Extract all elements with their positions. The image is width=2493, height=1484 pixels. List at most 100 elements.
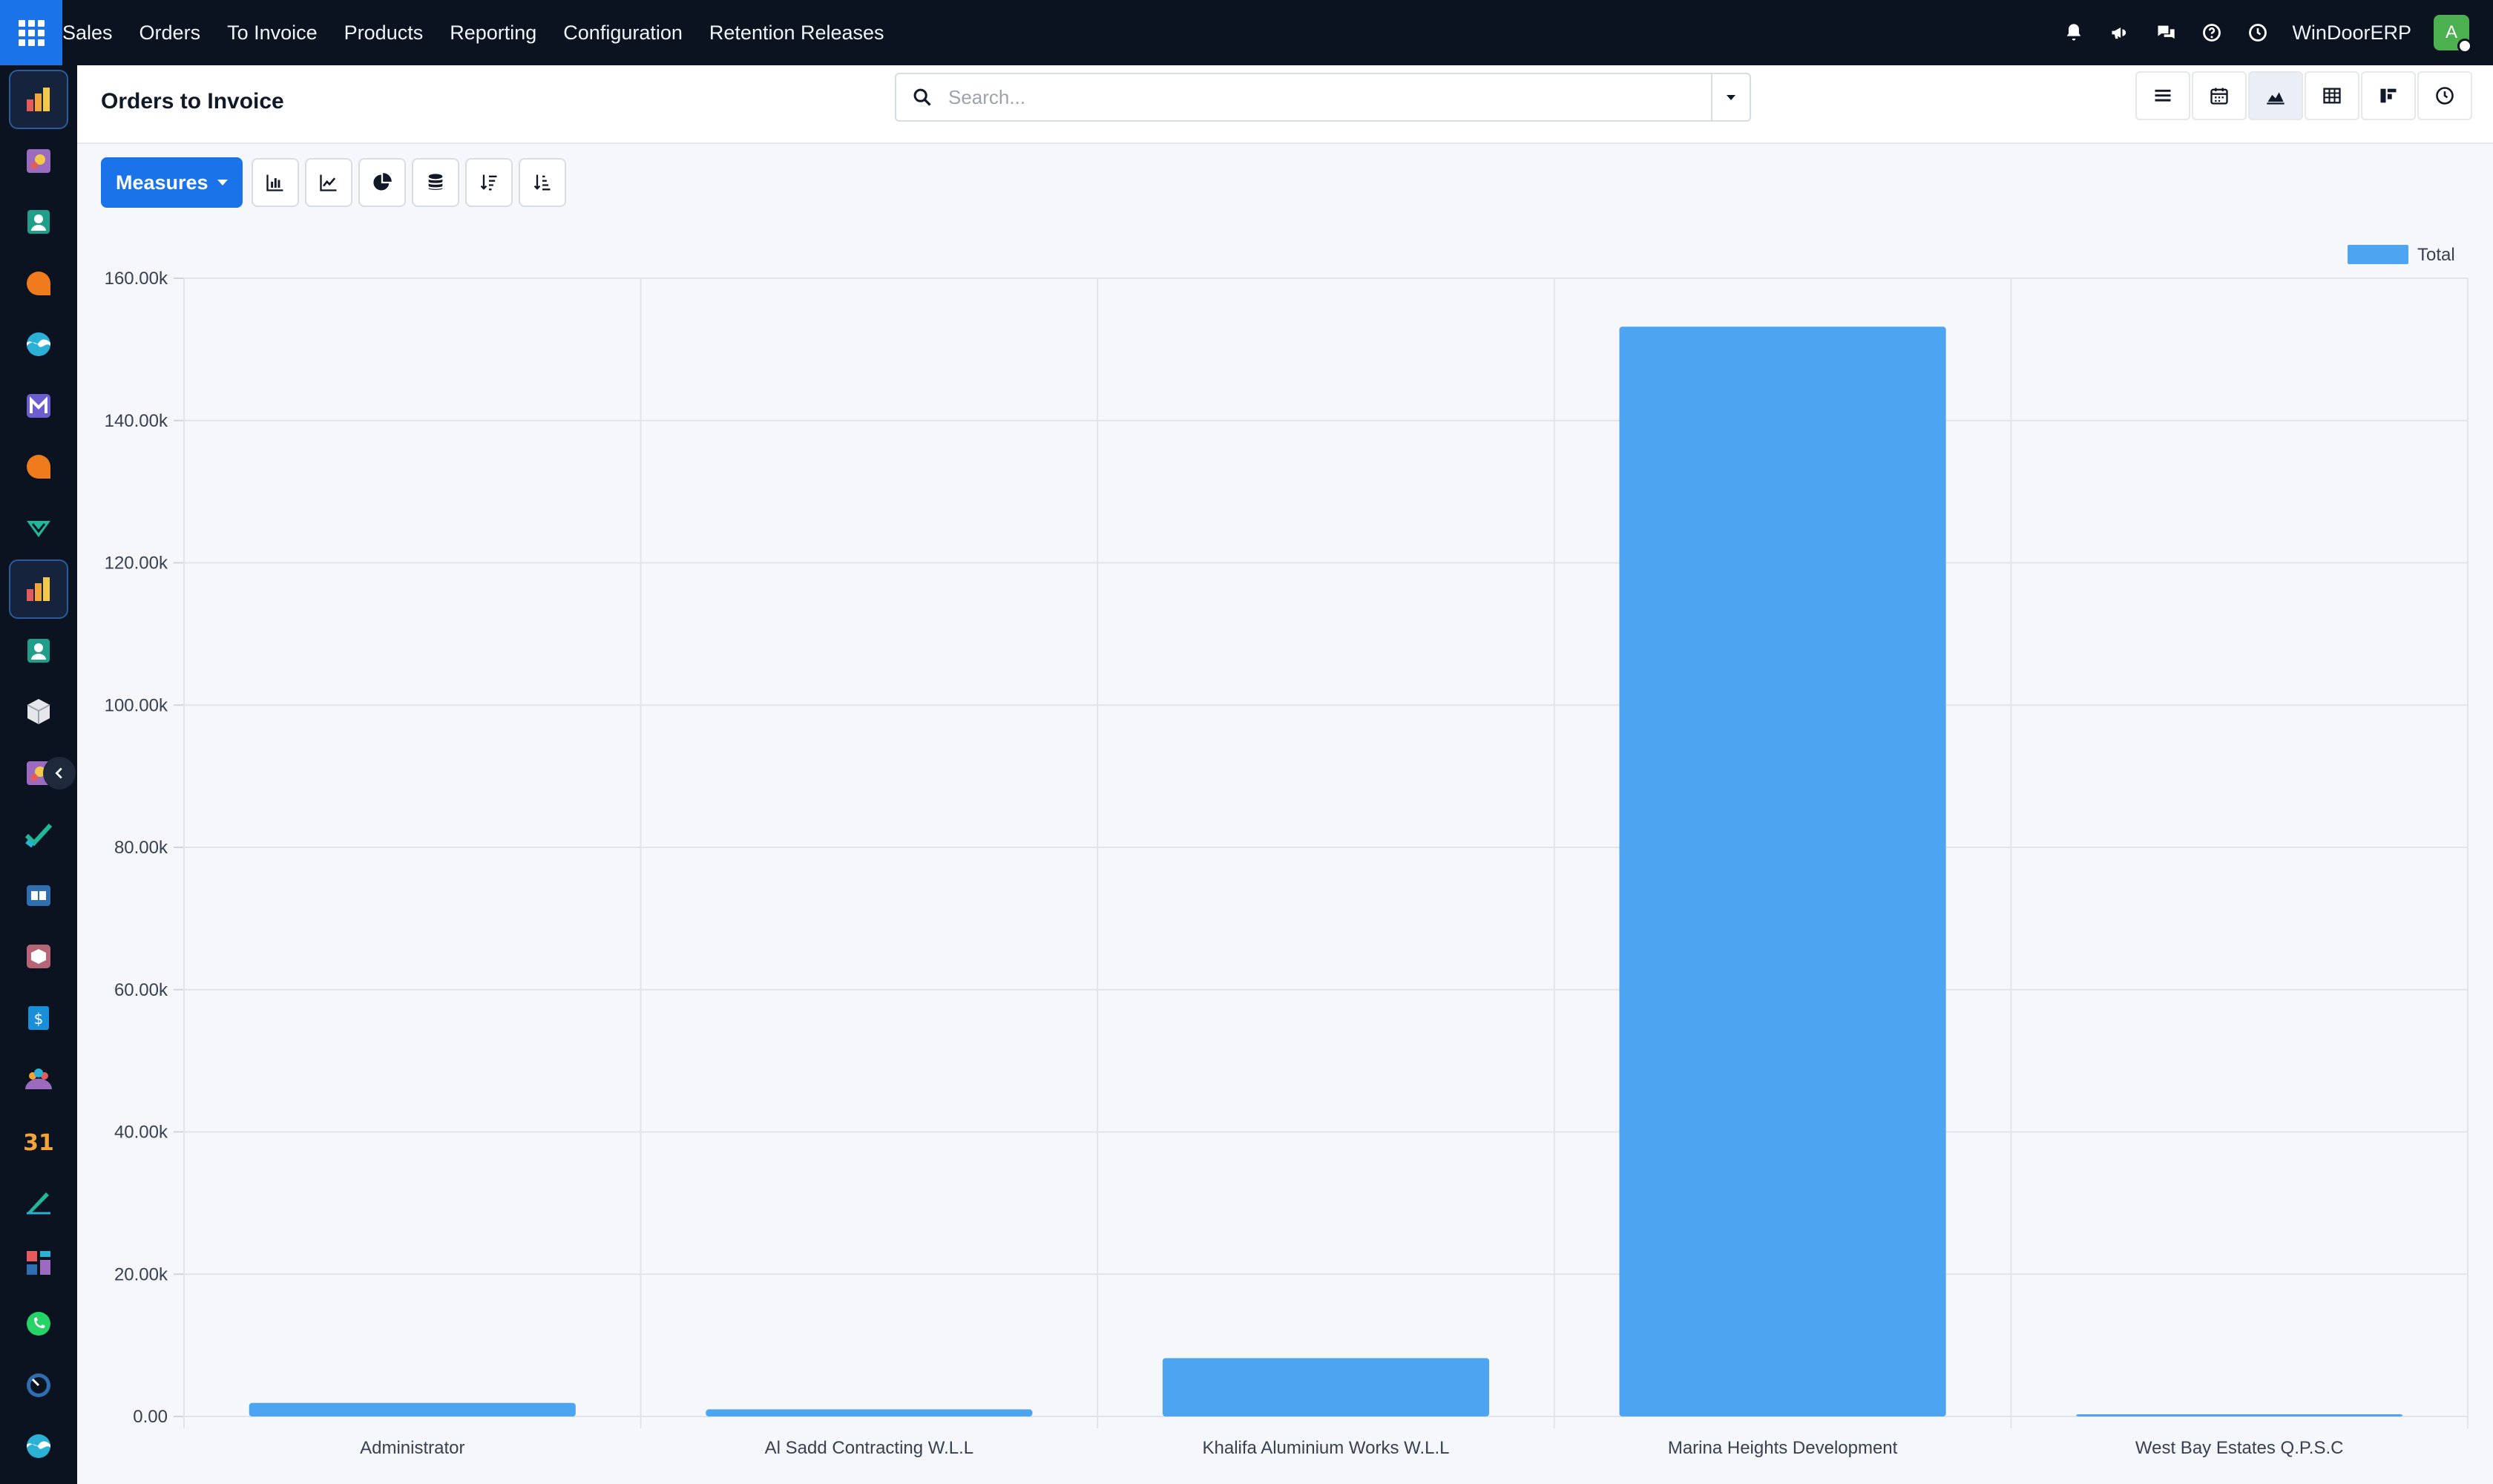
sidebar-app-14[interactable] xyxy=(9,866,68,925)
control-panel: Orders to Invoice xyxy=(77,65,2493,144)
search-bar xyxy=(895,73,1751,122)
table-icon xyxy=(2323,88,2341,104)
line-chart-icon xyxy=(319,174,337,191)
chevron-left-icon xyxy=(55,767,62,779)
search-options-toggle[interactable] xyxy=(1711,74,1750,120)
check-triangle-app-icon xyxy=(27,520,50,537)
measures-dropdown-button[interactable]: Measures xyxy=(101,157,243,208)
sidebar-app-5[interactable] xyxy=(9,315,68,374)
systray: WinDoorERP A xyxy=(2062,0,2472,65)
sidebar-app-21[interactable] xyxy=(9,1294,68,1353)
sort-ascending-button[interactable] xyxy=(518,158,566,207)
menu-retention-releases[interactable]: Retention Releases xyxy=(696,0,898,65)
sidebar-app-23[interactable] xyxy=(9,1416,68,1476)
menu-reporting[interactable]: Reporting xyxy=(436,0,550,65)
megaphone-icon[interactable] xyxy=(2108,21,2132,45)
bar xyxy=(2076,1414,2403,1416)
sidebar-app-13[interactable] xyxy=(9,804,68,864)
calendar-view-button[interactable] xyxy=(2192,71,2247,120)
chat-icon[interactable] xyxy=(2154,21,2178,45)
sidebar-app-10[interactable] xyxy=(9,621,68,680)
caret-down-icon xyxy=(217,180,228,186)
bar xyxy=(1162,1358,1490,1416)
x-tick-label: West Bay Estates Q.P.S.C xyxy=(2135,1438,2344,1458)
x-tick-label: Marina Heights Development xyxy=(1668,1438,1898,1458)
user-avatar[interactable]: A xyxy=(2434,15,2472,53)
graph-view-button[interactable] xyxy=(2248,71,2303,120)
page-title: Orders to Invoice xyxy=(101,89,284,114)
sidebar-app-4[interactable] xyxy=(9,254,68,313)
graph-toolbar: Measures xyxy=(101,157,566,208)
pie-chart-button[interactable] xyxy=(358,158,406,207)
y-tick-label: 40.00k xyxy=(114,1123,168,1143)
pie-chart-icon xyxy=(372,173,392,191)
caret-down-icon xyxy=(1727,95,1735,100)
package-app-icon xyxy=(27,945,50,968)
menu-orders[interactable]: Orders xyxy=(126,0,214,65)
x-tick-label: Khalifa Aluminium Works W.L.L xyxy=(1202,1438,1449,1458)
sidebar-app-17[interactable] xyxy=(9,1049,68,1109)
discuss-app-icon xyxy=(27,271,50,295)
sidebar-app-3[interactable] xyxy=(9,192,68,252)
crm-app-icon xyxy=(27,148,50,173)
bar xyxy=(249,1402,576,1416)
bar-chart-app-icon xyxy=(27,577,50,601)
sign-pen-icon xyxy=(27,1192,50,1215)
apps-grid-icon xyxy=(18,19,45,46)
sidebar-app-reporting[interactable] xyxy=(9,559,68,619)
sidebar-app-20[interactable] xyxy=(9,1233,68,1293)
y-tick-label: 60.00k xyxy=(114,980,168,1000)
sort-descending-icon xyxy=(480,174,497,191)
bar-chart: 0.00 20.00k 40.00k 60.00k 80.00k 100.00k 120.0… xyxy=(105,245,2469,1458)
menu-configuration[interactable]: Configuration xyxy=(550,0,696,65)
y-tick-label: 0.00 xyxy=(133,1407,168,1427)
sidebar-app-sales[interactable] xyxy=(9,70,68,129)
pivot-view-button[interactable] xyxy=(2305,71,2359,120)
knowledge-book-icon xyxy=(27,884,50,906)
line-chart-button[interactable] xyxy=(304,158,352,207)
wave-app-icon xyxy=(27,332,50,356)
list-icon xyxy=(2155,89,2171,102)
sidebar-app-15[interactable] xyxy=(9,927,68,986)
activity-view-button[interactable] xyxy=(2417,71,2472,120)
app-switcher-button[interactable] xyxy=(0,0,62,65)
stacked-button[interactable] xyxy=(411,158,459,207)
sidebar-app-8[interactable] xyxy=(9,499,68,558)
gauge-app-icon xyxy=(27,1373,50,1397)
sidebar-app-18[interactable]: 31 xyxy=(9,1111,68,1170)
bell-icon[interactable] xyxy=(2062,21,2086,45)
sidebar-app-22[interactable] xyxy=(9,1356,68,1415)
search-icon xyxy=(896,87,948,108)
sort-descending-button[interactable] xyxy=(464,158,513,207)
project-check-icon xyxy=(24,823,53,848)
kanban-view-button[interactable] xyxy=(2361,71,2416,120)
help-icon[interactable] xyxy=(2200,21,2224,45)
menu-products[interactable]: Products xyxy=(331,0,437,65)
bar xyxy=(706,1409,1033,1416)
kanban-icon xyxy=(2380,88,2397,103)
bar-chart-app-icon xyxy=(27,88,50,111)
company-switcher[interactable]: WinDoorERP xyxy=(2292,22,2411,45)
clock-icon[interactable] xyxy=(2246,21,2270,45)
menu-sales[interactable]: Sales xyxy=(62,0,126,65)
menu-to-invoice[interactable]: To Invoice xyxy=(214,0,331,65)
sidebar-app-2[interactable] xyxy=(9,131,68,191)
bar-chart-button[interactable] xyxy=(251,158,299,207)
list-view-button[interactable] xyxy=(2135,71,2190,120)
whatsapp-icon xyxy=(27,1312,50,1336)
sidebar-collapse-button[interactable] xyxy=(43,757,76,789)
y-tick-label: 120.00k xyxy=(105,554,168,574)
search-input[interactable] xyxy=(948,74,1711,120)
dashboard-app-icon xyxy=(27,1250,50,1275)
sidebar-app-19[interactable] xyxy=(9,1172,68,1231)
sort-ascending-icon xyxy=(533,174,551,191)
graph-view: 0.00 20.00k 40.00k 60.00k 80.00k 100.00k 120.0… xyxy=(77,223,2493,1484)
sidebar-app-16[interactable]: $ xyxy=(9,988,68,1048)
sidebar-app-11[interactable] xyxy=(9,682,68,741)
measures-label: Measures xyxy=(116,171,208,194)
x-tick-label: Al Sadd Contracting W.L.L xyxy=(765,1438,973,1458)
legend-swatch xyxy=(2348,245,2408,264)
sidebar-app-7[interactable] xyxy=(9,437,68,496)
y-tick-label: 140.00k xyxy=(105,411,168,431)
sidebar-app-6[interactable] xyxy=(9,376,68,436)
